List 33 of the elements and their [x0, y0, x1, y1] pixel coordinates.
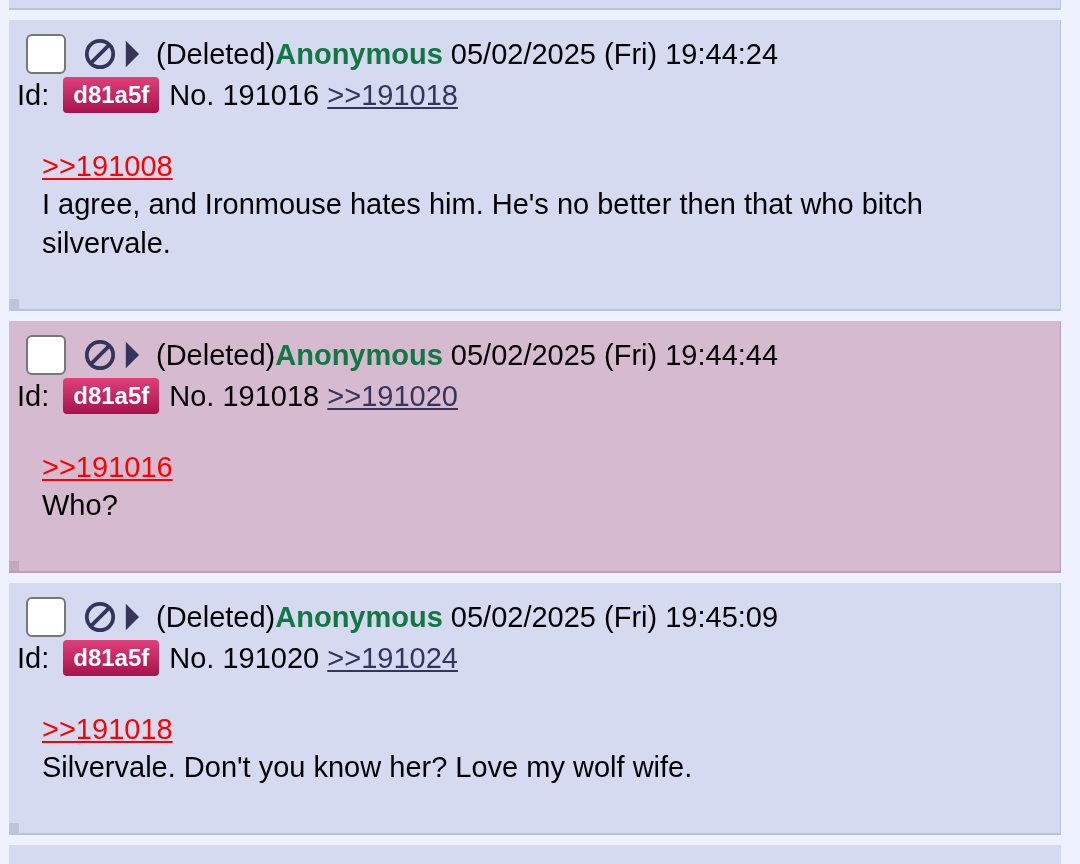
deleted-label: (Deleted) [156, 37, 276, 71]
poster-name: Anonymous [275, 37, 443, 71]
checkbox[interactable] [26, 34, 66, 74]
reply-link[interactable]: >>191018 [327, 78, 458, 112]
reply-link[interactable]: >>191024 [327, 641, 458, 675]
message-text: Who? [42, 488, 119, 523]
id-label: Id: [17, 641, 50, 675]
post-number[interactable]: No. 191018 [169, 379, 320, 413]
ban-icon[interactable] [84, 38, 116, 70]
poster-id-badge: d81a5f [63, 640, 160, 676]
ban-icon[interactable] [84, 339, 116, 371]
post-date: 05/02/2025 (Fri) 19:45:09 [450, 600, 779, 634]
deleted-label: (Deleted) [156, 338, 276, 372]
poster-name: Anonymous [275, 600, 443, 634]
triangle-right-icon[interactable] [124, 602, 140, 632]
checkbox[interactable] [26, 335, 66, 375]
ban-icon[interactable] [84, 601, 116, 633]
post-number[interactable]: No. 191020 [169, 641, 320, 675]
poster-id-badge: d81a5f [63, 77, 160, 113]
poster-name: Anonymous [275, 338, 443, 372]
triangle-right-icon[interactable] [124, 340, 140, 370]
id-label: Id: [17, 379, 50, 413]
message-text: Silvervale. Don't you know her? Love my wolf wife. [42, 750, 694, 785]
post-number[interactable]: No. 191016 [169, 78, 320, 112]
post-date: 05/02/2025 (Fri) 19:44:44 [450, 338, 779, 372]
message-text: I agree, and Ironmouse hates him. He's no better then that who bitch silvervale. [42, 187, 924, 261]
id-label: Id: [17, 78, 50, 112]
reply-link[interactable]: >>191020 [327, 379, 458, 413]
triangle-right-icon[interactable] [124, 39, 140, 69]
checkbox[interactable] [26, 597, 66, 637]
poster-id-badge: d81a5f [63, 378, 160, 414]
deleted-label: (Deleted) [156, 600, 276, 634]
post-date: 05/02/2025 (Fri) 19:44:24 [450, 37, 779, 71]
